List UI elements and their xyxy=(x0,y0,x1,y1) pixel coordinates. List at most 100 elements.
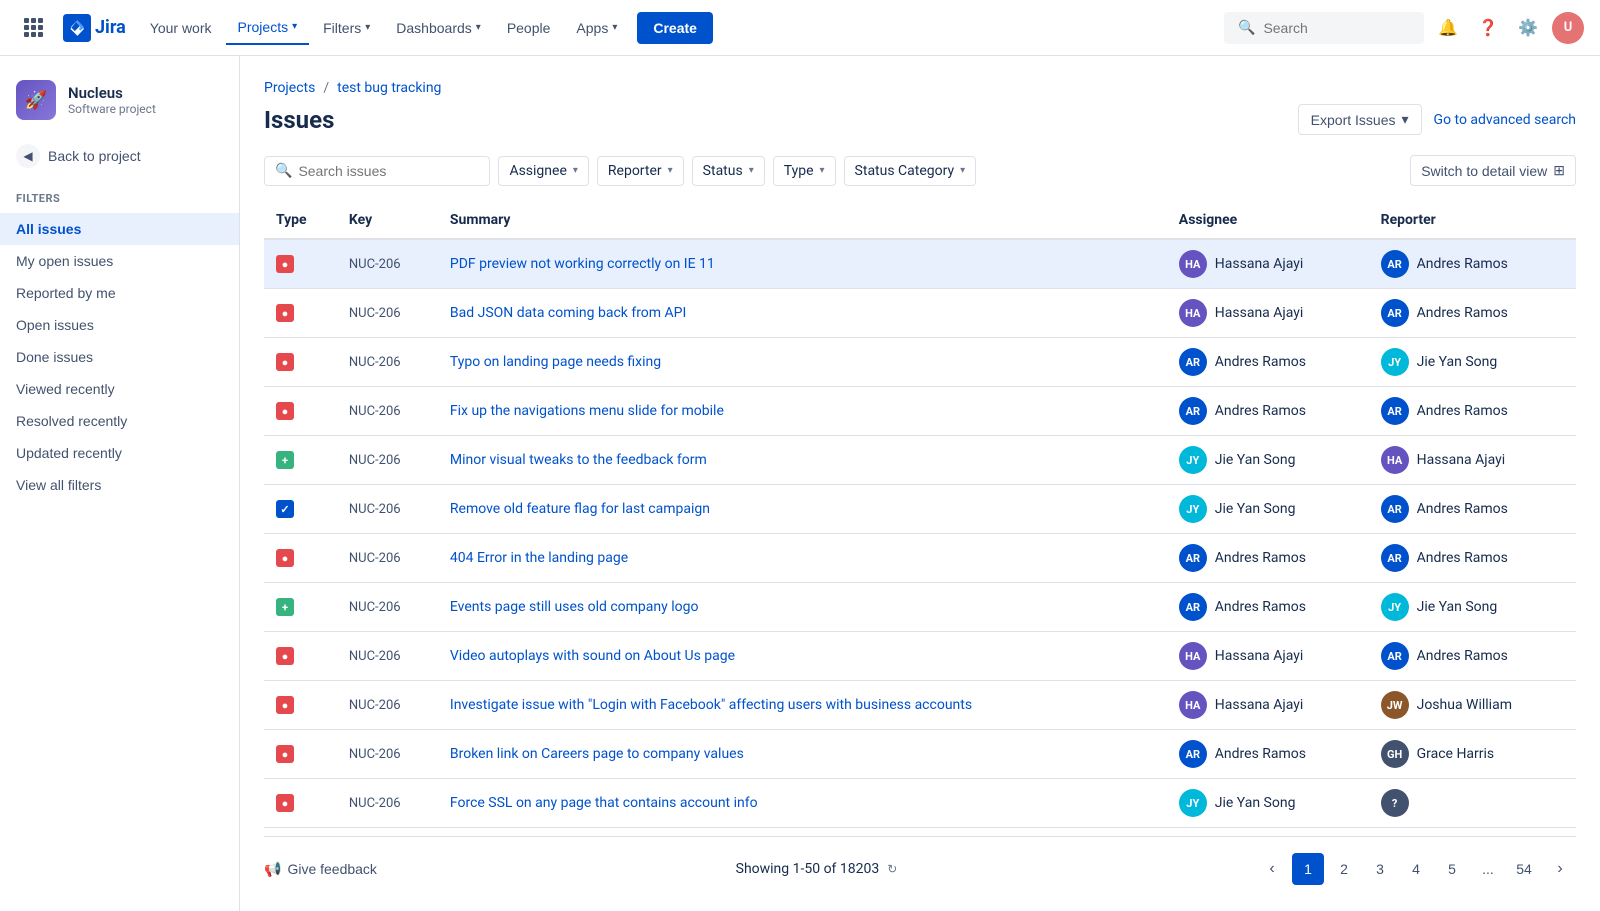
table-row[interactable]: ● NUC-206 Typo on landing page needs fix… xyxy=(264,338,1576,387)
global-search-box[interactable]: 🔍 xyxy=(1224,12,1424,44)
status-category-filter[interactable]: Status Category ▾ xyxy=(844,156,977,186)
table-row[interactable]: ● NUC-206 404 Error in the landing page … xyxy=(264,534,1576,583)
sidebar-item-reported-by-me[interactable]: Reported by me xyxy=(0,277,239,309)
table-row[interactable]: ● NUC-206 Bad JSON data coming back from… xyxy=(264,289,1576,338)
settings-button[interactable]: ⚙️ xyxy=(1512,12,1544,44)
col-assignee: Assignee xyxy=(1167,202,1369,239)
table-row[interactable]: ● NUC-206 Video autoplays with sound on … xyxy=(264,632,1576,681)
advanced-search-link[interactable]: Go to advanced search xyxy=(1434,112,1576,128)
type-filter[interactable]: Type ▾ xyxy=(773,156,836,186)
page-5-button[interactable]: 5 xyxy=(1436,853,1468,885)
cell-key: NUC-206 xyxy=(337,485,438,534)
cell-summary[interactable]: 404 Error in the landing page xyxy=(438,534,1167,583)
search-icon: 🔍 xyxy=(1238,20,1255,36)
user-avatar[interactable]: U xyxy=(1552,12,1584,44)
sidebar-item-done-issues[interactable]: Done issues xyxy=(0,341,239,373)
help-button[interactable]: ❓ xyxy=(1472,12,1504,44)
nav-your-work[interactable]: Your work xyxy=(138,12,224,44)
cell-summary[interactable]: Fix up the navigations menu slide for mo… xyxy=(438,387,1167,436)
nav-apps[interactable]: Apps ▾ xyxy=(564,12,629,44)
project-type: Software project xyxy=(68,102,156,116)
table-row[interactable]: ● NUC-206 Broken link on Careers page to… xyxy=(264,730,1576,779)
nav-projects[interactable]: Projects ▾ xyxy=(226,11,310,45)
notifications-button[interactable]: 🔔 xyxy=(1432,12,1464,44)
reporter-name: Andres Ramos xyxy=(1417,550,1508,566)
page-title: Issues xyxy=(264,106,334,134)
next-page-button[interactable]: › xyxy=(1544,853,1576,885)
col-reporter: Reporter xyxy=(1369,202,1576,239)
table-row[interactable]: + NUC-206 Events page still uses old com… xyxy=(264,583,1576,632)
cell-summary[interactable]: Bad JSON data coming back from API xyxy=(438,289,1167,338)
table-row[interactable]: + NUC-206 Minor visual tweaks to the fee… xyxy=(264,436,1576,485)
table-row[interactable]: ● NUC-206 Investigate issue with "Login … xyxy=(264,681,1576,730)
cell-key: NUC-206 xyxy=(337,289,438,338)
create-button[interactable]: Create xyxy=(637,12,713,44)
assignee-name: Jie Yan Song xyxy=(1215,501,1296,517)
assignee-avatar: AR xyxy=(1179,397,1207,425)
page-54-button[interactable]: 54 xyxy=(1508,853,1540,885)
reporter-avatar: AR xyxy=(1381,299,1409,327)
cell-key: NUC-206 xyxy=(337,436,438,485)
breadcrumb-projects[interactable]: Projects xyxy=(264,80,315,96)
export-issues-button[interactable]: Export Issues ▾ xyxy=(1298,104,1422,135)
sidebar-item-view-all-filters[interactable]: View all filters xyxy=(0,469,239,501)
search-issues-filter[interactable]: 🔍 xyxy=(264,156,490,186)
type-icon: ● xyxy=(276,255,294,273)
apps-grid-button[interactable] xyxy=(16,10,51,45)
nav-people[interactable]: People xyxy=(495,12,563,44)
table-header-row: Type Key Summary Assignee Reporter xyxy=(264,202,1576,239)
main-content: Projects / test bug tracking Issues Expo… xyxy=(240,56,1600,911)
jira-logo[interactable]: Jira xyxy=(63,14,126,42)
cell-assignee: AR Andres Ramos xyxy=(1167,338,1369,387)
filters-bar: 🔍 Assignee ▾ Reporter ▾ Status ▾ Type ▾ … xyxy=(264,155,1576,186)
sidebar-item-updated-recently[interactable]: Updated recently xyxy=(0,437,239,469)
assignee-filter[interactable]: Assignee ▾ xyxy=(498,156,588,186)
page-1-button[interactable]: 1 xyxy=(1292,853,1324,885)
assignee-avatar: AR xyxy=(1179,593,1207,621)
table-row[interactable]: ● NUC-206 Force SSL on any page that con… xyxy=(264,779,1576,828)
feedback-button[interactable]: 📢 Give feedback xyxy=(264,861,377,878)
cell-reporter: JY Jie Yan Song xyxy=(1369,338,1576,387)
cell-summary[interactable]: Investigate issue with "Login with Faceb… xyxy=(438,681,1167,730)
status-filter[interactable]: Status ▾ xyxy=(692,156,765,186)
search-input[interactable] xyxy=(1263,20,1410,36)
cell-assignee: AR Andres Ramos xyxy=(1167,730,1369,779)
sidebar-item-my-open-issues[interactable]: My open issues xyxy=(0,245,239,277)
reporter-filter[interactable]: Reporter ▾ xyxy=(597,156,684,186)
col-summary: Summary xyxy=(438,202,1167,239)
page-2-button[interactable]: 2 xyxy=(1328,853,1360,885)
sidebar-item-resolved-recently[interactable]: Resolved recently xyxy=(0,405,239,437)
cell-summary[interactable]: PDF preview not working correctly on IE … xyxy=(438,239,1167,289)
sidebar-item-open-issues[interactable]: Open issues xyxy=(0,309,239,341)
cell-summary[interactable]: Force SSL on any page that contains acco… xyxy=(438,779,1167,828)
cell-summary[interactable]: Remove old feature flag for last campaig… xyxy=(438,485,1167,534)
cell-summary[interactable]: Typo on landing page needs fixing xyxy=(438,338,1167,387)
search-issues-input[interactable] xyxy=(298,163,479,179)
nav-links: Your work Projects ▾ Filters ▾ Dashboard… xyxy=(138,11,630,45)
table-row[interactable]: ● NUC-206 PDF preview not working correc… xyxy=(264,239,1576,289)
reporter-avatar: AR xyxy=(1381,495,1409,523)
switch-view-button[interactable]: Switch to detail view ⊞ xyxy=(1410,155,1576,186)
project-header: 🚀 Nucleus Software project xyxy=(0,72,239,136)
nav-filters[interactable]: Filters ▾ xyxy=(311,12,382,44)
cell-summary[interactable]: Broken link on Careers page to company v… xyxy=(438,730,1167,779)
table-row[interactable]: ● NUC-206 Fix up the navigations menu sl… xyxy=(264,387,1576,436)
page-3-button[interactable]: 3 xyxy=(1364,853,1396,885)
cell-key: NUC-206 xyxy=(337,239,438,289)
cell-reporter: JW Joshua William xyxy=(1369,681,1576,730)
type-icon: ● xyxy=(276,745,294,763)
page-4-button[interactable]: 4 xyxy=(1400,853,1432,885)
type-icon: ● xyxy=(276,402,294,420)
reporter-name: Hassana Ajayi xyxy=(1417,452,1506,468)
breadcrumb-project[interactable]: test bug tracking xyxy=(337,80,441,96)
cell-summary[interactable]: Events page still uses old company logo xyxy=(438,583,1167,632)
sidebar-item-all-issues[interactable]: All issues xyxy=(0,213,239,245)
assignee-name: Andres Ramos xyxy=(1215,746,1306,762)
table-row[interactable]: ✓ NUC-206 Remove old feature flag for la… xyxy=(264,485,1576,534)
nav-dashboards[interactable]: Dashboards ▾ xyxy=(384,12,493,44)
back-to-project-button[interactable]: ◀ Back to project xyxy=(0,136,239,176)
cell-summary[interactable]: Video autoplays with sound on About Us p… xyxy=(438,632,1167,681)
cell-summary[interactable]: Minor visual tweaks to the feedback form xyxy=(438,436,1167,485)
prev-page-button[interactable]: ‹ xyxy=(1256,853,1288,885)
sidebar-item-viewed-recently[interactable]: Viewed recently xyxy=(0,373,239,405)
